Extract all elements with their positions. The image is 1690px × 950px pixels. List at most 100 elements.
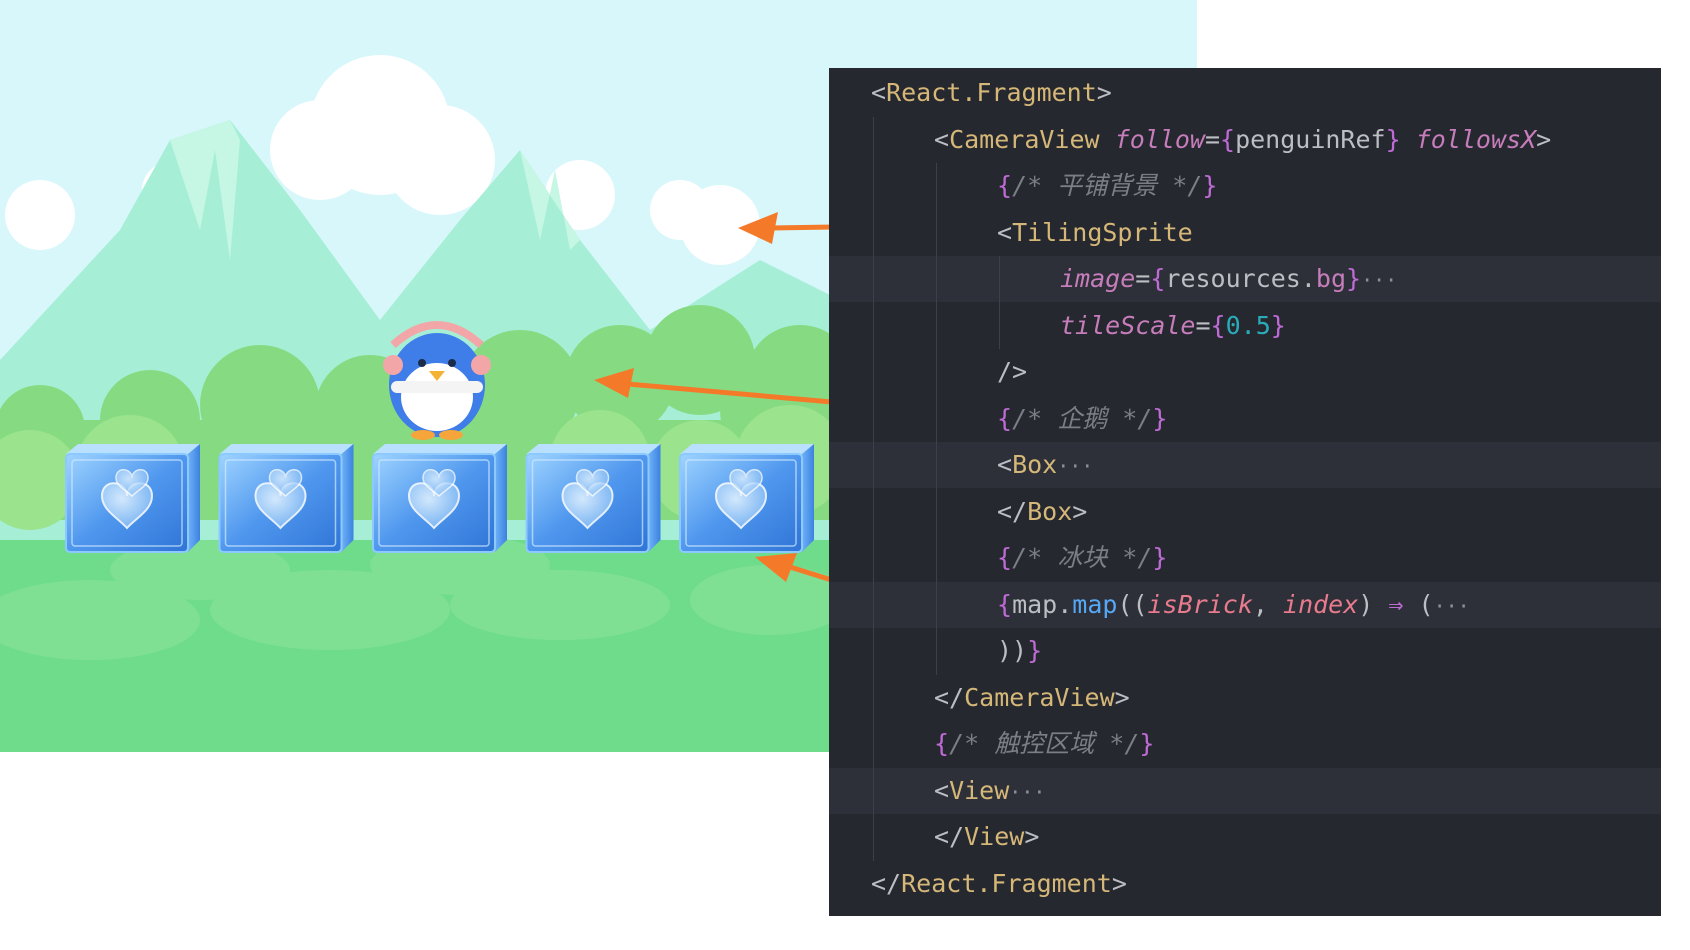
code-token: { <box>1220 124 1236 154</box>
code-token: > <box>1072 496 1088 526</box>
code-token: TilingSprite <box>1012 217 1193 247</box>
code-line-text: {/* 冰块 */} <box>997 535 1167 581</box>
code-line: /> <box>829 349 1661 395</box>
ice-block <box>679 444 814 553</box>
ice-block <box>218 444 354 553</box>
code-line: ))} <box>829 628 1661 674</box>
code-token: = <box>1195 310 1211 340</box>
top-right-sky <box>830 0 1197 68</box>
code-line-text: /> <box>997 349 1027 395</box>
code-line-text: ))} <box>997 628 1042 674</box>
code-token: { <box>997 543 1013 572</box>
code-token: { <box>1210 310 1226 340</box>
code-line: </View> <box>829 814 1661 860</box>
ice-block <box>65 444 200 553</box>
code-token: /> <box>997 357 1028 386</box>
code-token: React.Fragment <box>901 868 1112 898</box>
code-token: </ <box>934 822 965 851</box>
code-token: } <box>1270 310 1286 340</box>
code-line-text: {/* 平铺背景 */} <box>997 163 1217 209</box>
code-token: follow <box>1114 124 1205 154</box>
code-token: > <box>1111 868 1127 898</box>
code-token: > <box>1024 822 1040 851</box>
code-token: ··· <box>1361 268 1398 292</box>
code-line: <View··· <box>829 767 1661 815</box>
code-line-text: <TilingSprite <box>997 210 1193 256</box>
code-token: < <box>871 78 887 107</box>
code-token: . <box>1300 264 1316 293</box>
code-line-text: {/* 触控区域 */} <box>934 721 1154 767</box>
code-token: > <box>1536 124 1552 154</box>
code-token: map <box>1072 589 1118 619</box>
code-line: <CameraView follow={penguinRef} followsX… <box>829 117 1661 163</box>
code-line: {/* 平铺背景 */} <box>829 163 1661 209</box>
code-line-text: {/* 企鹅 */} <box>997 396 1167 442</box>
code-token: ··· <box>1433 593 1470 618</box>
code-token: CameraView <box>949 124 1115 154</box>
ice-block <box>525 444 661 553</box>
code-token: = <box>1135 264 1151 293</box>
code-token: } <box>1202 171 1218 200</box>
code-line-text: </View> <box>934 814 1039 860</box>
code-token: bg <box>1315 264 1347 293</box>
code-token: } <box>1152 403 1168 433</box>
code-token: /* 平铺背景 */ <box>1012 171 1203 200</box>
code-token: < <box>934 124 950 154</box>
code-line-text: <View··· <box>934 768 1045 815</box>
indent-guide <box>999 256 1000 349</box>
code-token: } <box>1385 124 1401 154</box>
code-token: React.Fragment <box>886 78 1097 107</box>
code-token: 0.5 <box>1225 310 1271 340</box>
code-token: , <box>1252 589 1284 619</box>
ice-block <box>372 444 507 553</box>
code-line: tileScale={0.5} <box>829 303 1661 349</box>
code-token: } <box>1152 543 1168 572</box>
code-token: ··· <box>1057 454 1094 478</box>
code-token: = <box>1204 124 1221 154</box>
code-token: > <box>1096 78 1112 107</box>
code-line: {map.map((isBrick, index) ⇒ (··· <box>829 581 1661 628</box>
code-token: { <box>997 403 1013 433</box>
code-token: View <box>964 822 1025 851</box>
indent-guide <box>936 163 937 675</box>
code-token: /* 触控区域 */ <box>949 729 1140 758</box>
code-token: } <box>1139 729 1155 758</box>
code-token: isBrick <box>1147 589 1253 619</box>
code-line-text: <React.Fragment> <box>871 70 1112 116</box>
ice-blocks <box>65 444 814 553</box>
code-token: ··· <box>1009 779 1046 804</box>
code-token: </ <box>997 496 1028 526</box>
code-token: ) <box>1358 589 1389 619</box>
code-token: tileScale <box>1060 310 1196 340</box>
code-token: )) <box>997 636 1028 665</box>
code-line-text: tileScale={0.5} <box>1060 303 1286 349</box>
code-line: <Box··· <box>829 442 1661 488</box>
code-line-text: </CameraView> <box>934 675 1130 721</box>
code-token: ⇒ <box>1388 589 1404 619</box>
code-token: CameraView <box>964 682 1115 712</box>
indent-guide <box>873 116 874 861</box>
code-token: } <box>1346 264 1362 293</box>
code-token: /* 冰块 */ <box>1012 543 1153 572</box>
code-token: (( <box>1117 589 1148 619</box>
code-token: followsX <box>1415 124 1537 154</box>
code-token: < <box>934 775 950 805</box>
code-token: </ <box>871 868 902 898</box>
code-line-text: image={resources.bg}··· <box>1060 256 1397 303</box>
code-token: { <box>1150 264 1166 293</box>
code-line: image={resources.bg}··· <box>829 256 1661 302</box>
code-token: Box <box>1012 450 1058 479</box>
code-token: { <box>997 171 1013 200</box>
code-token: /* 企鹅 */ <box>1012 403 1153 433</box>
code-line-text: </Box> <box>997 489 1087 535</box>
code-line: {/* 企鹅 */} <box>829 396 1661 442</box>
code-token: penguinRef <box>1235 124 1386 154</box>
code-token: { <box>997 589 1013 619</box>
code-token: map <box>1012 589 1058 619</box>
code-token: < <box>997 450 1013 479</box>
code-line: </React.Fragment> <box>829 861 1661 907</box>
code-line: <TilingSprite <box>829 210 1661 256</box>
code-token: } <box>1027 636 1043 665</box>
code-line-text: <Box··· <box>997 442 1093 489</box>
code-token: index <box>1283 589 1359 619</box>
